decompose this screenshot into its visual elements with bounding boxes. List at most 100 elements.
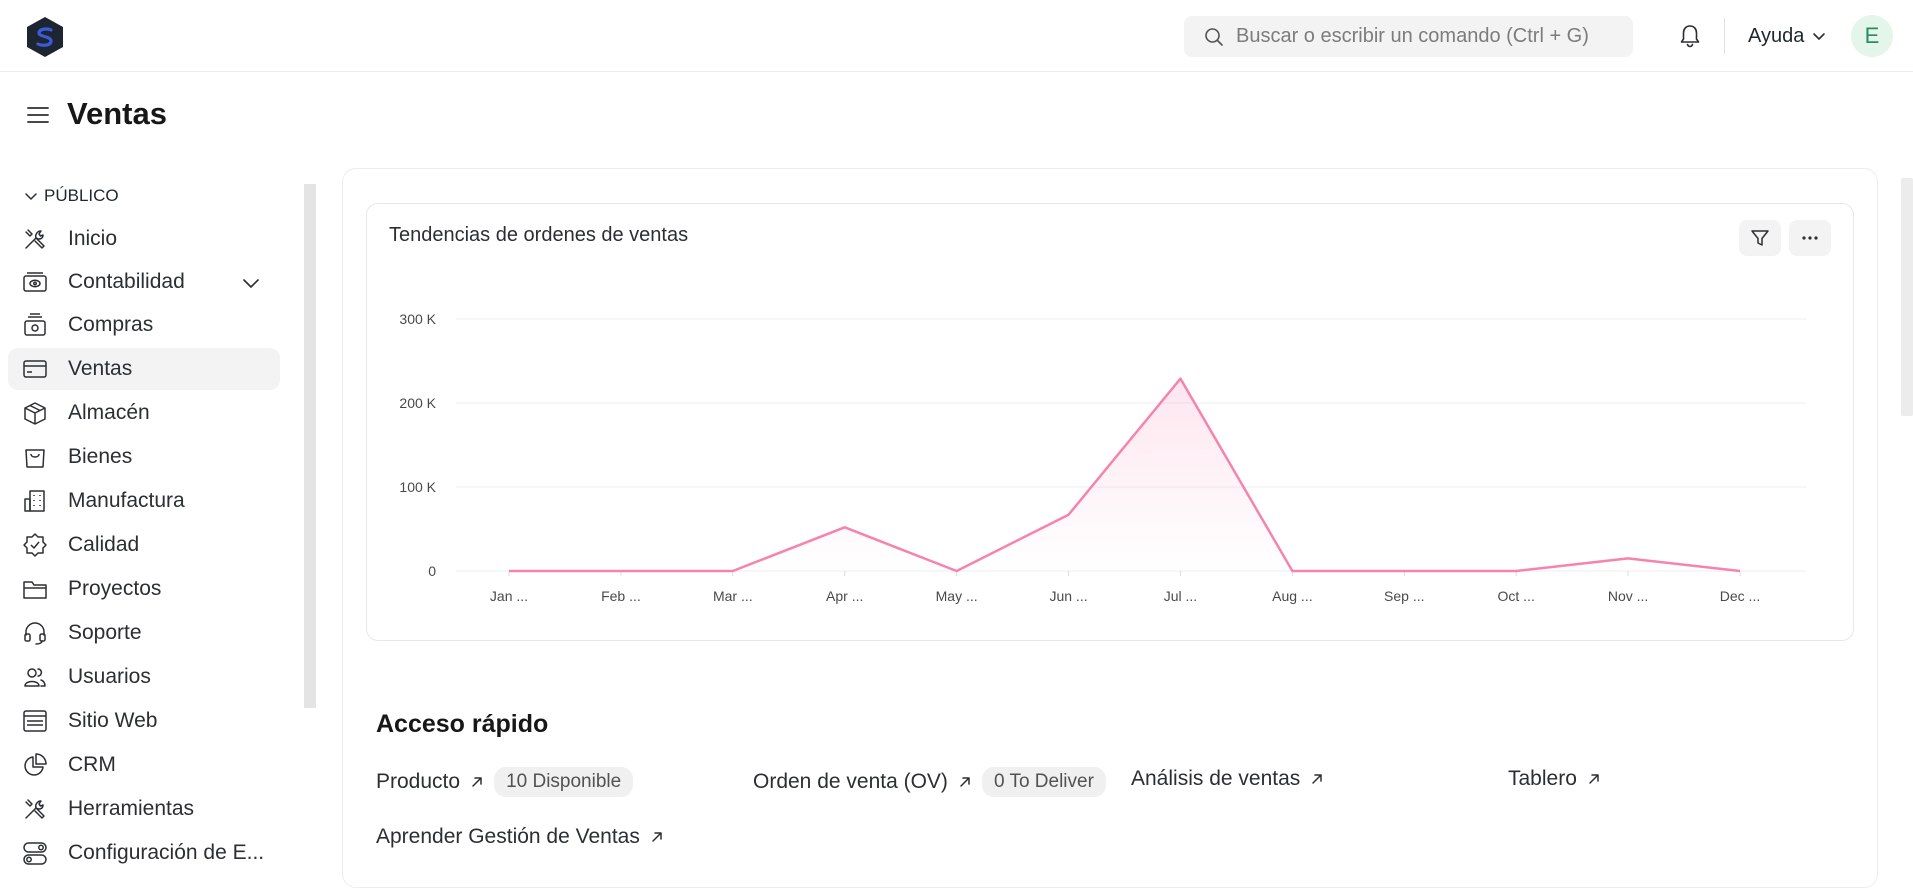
sidebar-item-herramientas[interactable]: Herramientas [8,788,280,830]
top-navbar: Ayuda E [0,0,1913,72]
help-dropdown[interactable]: Ayuda [1748,22,1826,50]
sidebar-toggle-icon[interactable] [26,103,50,127]
sidebar-item-label: Configuración de E... [68,841,265,864]
main-scrollbar[interactable] [1901,178,1913,416]
quick-link-label: Tablero [1508,767,1577,790]
y-tick-label: 0 [428,563,436,579]
x-tick-label: Jul ... [1164,588,1197,604]
sidebar-item-label: Almacén [68,401,150,424]
sales-icon [22,356,48,382]
search-icon [1205,27,1223,46]
sidebar-item-calidad[interactable]: Calidad [8,524,280,566]
settings-toggle-icon [22,840,48,866]
sidebar-item-label: Herramientas [68,797,195,820]
search-bar[interactable] [1184,16,1633,57]
data-point [1738,569,1742,573]
to-deliver-badge: 0 To Deliver [981,767,1106,797]
quick-link-label: Producto [376,770,461,793]
sidebar-item-sitio-web[interactable]: Sitio Web [8,700,280,742]
sidebar-item-manufactura[interactable]: Manufactura [8,480,280,522]
users-icon [22,664,48,690]
x-tick-label: Feb ... [601,588,641,604]
sidebar-item-crm[interactable]: CRM [8,744,280,786]
x-tick-label: Sep ... [1384,588,1424,604]
sidebar-item-label: Calidad [68,533,140,556]
data-point [1402,569,1406,573]
chart-title: Tendencias de ordenes de ventas [389,224,689,246]
page-title: Ventas [67,96,167,131]
user-avatar[interactable]: E [1851,15,1893,57]
sidebar-item-proyectos[interactable]: Proyectos [8,568,280,610]
sidebar-item-bienes[interactable]: Bienes [8,436,280,478]
quick-link-label: Orden de venta (OV) [753,770,948,793]
filter-button[interactable] [1739,220,1781,256]
sidebar-item-label: Manufactura [68,489,185,512]
box-icon [22,400,48,426]
x-tick-label: Apr ... [826,588,863,604]
more-options-button[interactable] [1789,220,1831,256]
help-label: Ayuda [1748,24,1805,47]
filter-icon [1751,230,1769,246]
x-tick-label: Dec ... [1720,588,1760,604]
sidebar-item-usuarios[interactable]: Usuarios [8,656,280,698]
notifications-bell-icon[interactable] [1676,22,1704,50]
x-tick-label: Nov ... [1608,588,1648,604]
y-tick-label: 200 K [399,395,436,411]
series-area [509,378,1740,571]
x-tick-label: Oct ... [1498,588,1535,604]
data-point [955,569,959,573]
data-point [1178,377,1182,381]
arrow-up-right-icon [960,777,970,787]
sidebar-item-contabilidad[interactable]: Contabilidad [8,261,280,303]
sidebar-item-label: Sitio Web [68,709,158,732]
sidebar-item-label: CRM [68,753,116,776]
quick-link-label: Aprender Gestión de Ventas [376,825,640,848]
tools-icon [22,226,48,252]
sidebar-item-label: Proyectos [68,577,162,600]
quick-link-aprender[interactable]: Aprender Gestión de Ventas [376,825,664,849]
data-point [843,525,847,529]
x-tick-label: Aug ... [1272,588,1312,604]
sidebar-scrollbar[interactable] [304,184,316,708]
data-point [1067,513,1071,517]
chevron-down-icon [1813,33,1826,40]
more-horizontal-icon [1802,236,1818,240]
sidebar-item-inicio[interactable]: Inicio [8,218,280,260]
data-point [731,569,735,573]
arrow-up-right-icon [1312,774,1323,784]
arrow-up-right-icon [1589,774,1599,784]
x-tick-label: Jun ... [1049,588,1087,604]
chevron-down-icon [25,193,37,200]
search-input[interactable] [1236,25,1616,48]
sidebar-item-soporte[interactable]: Soporte [8,612,280,654]
badge-icon [22,532,48,558]
quick-link-tablero[interactable]: Tablero [1508,767,1601,791]
quick-link-producto[interactable]: Producto 10 Disponible [376,767,634,797]
pie-icon [22,752,48,778]
building-icon [22,488,48,514]
sidebar-item-label: Ventas [68,357,133,380]
x-tick-label: Jan ... [490,588,528,604]
sidebar-item-configuracion[interactable]: Configuración de E... [8,832,280,874]
topbar-divider [1724,18,1725,54]
sidebar-item-almacen[interactable]: Almacén [8,392,280,434]
quick-link-orden-de-venta[interactable]: Orden de venta (OV) 0 To Deliver [753,767,1106,797]
quick-link-analisis-de-ventas[interactable]: Análisis de ventas [1131,767,1324,791]
sidebar-section-public[interactable]: PÚBLICO [24,186,119,206]
sidebar-item-compras[interactable]: Compras [8,304,280,346]
data-point [1514,569,1518,573]
data-point [1626,556,1630,560]
sidebar-item-label: Usuarios [68,665,151,688]
sidebar-item-ventas[interactable]: Ventas [8,348,280,390]
x-tick-label: May ... [936,588,978,604]
quick-access-title: Acceso rápido [376,710,549,738]
chevron-down-icon[interactable] [242,274,260,292]
app-logo[interactable] [26,16,64,58]
tools-icon [22,796,48,822]
data-point [1290,569,1294,573]
sidebar-item-label: Soporte [68,621,142,644]
sidebar-item-label: Bienes [68,445,133,468]
browser-icon [22,708,48,734]
y-tick-label: 300 K [399,311,436,327]
data-point [619,569,623,573]
